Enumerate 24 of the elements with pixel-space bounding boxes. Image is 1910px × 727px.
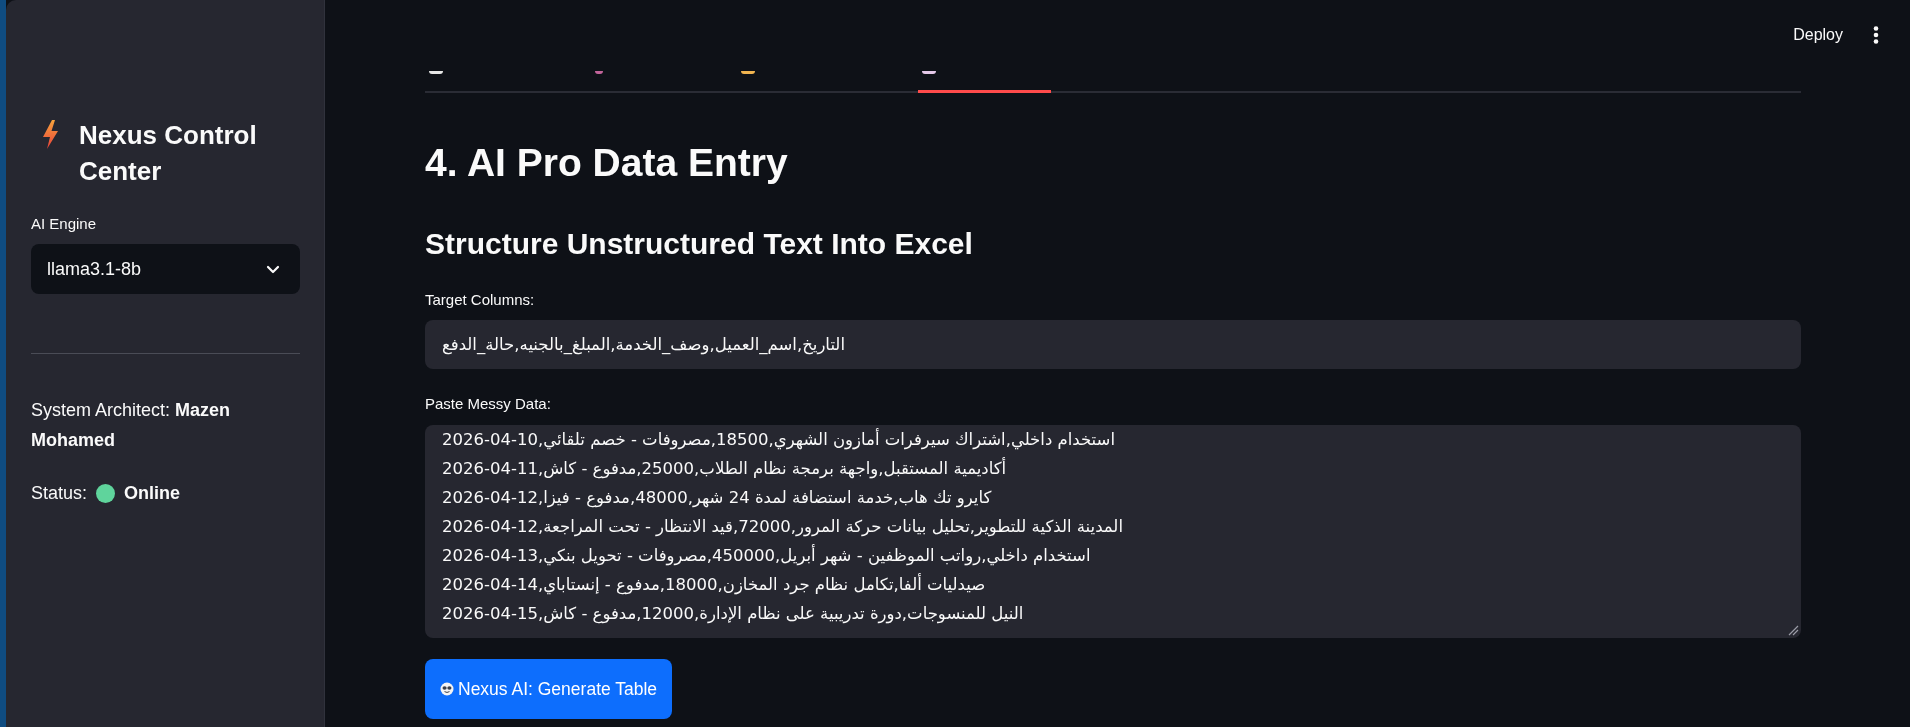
tab-icon xyxy=(741,71,755,74)
generate-table-button[interactable]: Nexus AI: Generate Table xyxy=(425,659,673,719)
engine-select[interactable]: llama3.1-8b xyxy=(31,244,300,294)
resize-handle-icon[interactable] xyxy=(1788,625,1799,636)
section-heading: Structure Unstructured Text Into Excel xyxy=(425,226,973,262)
lightning-icon xyxy=(42,120,59,149)
select-label: AI Engine xyxy=(31,214,97,234)
architect-credit: System Architect: Mazen Mohamed xyxy=(31,399,232,452)
status-label: Status: xyxy=(31,482,88,505)
tab-icon xyxy=(429,71,443,74)
field-label: Target Columns: xyxy=(425,290,535,310)
page-title: 4. AI Pro Data Entry xyxy=(425,140,788,186)
tab-icon xyxy=(595,71,603,74)
messy-data-textarea[interactable]: 2026-04-10,استخدام داخلي,اشتراك سيرفرات أمازون الشهري,18500,مصروفات - خصم تلقائي 2026-04-11,أكاديمية المستقبل,واجهة برمجة نظام الطلاب,25000,مدفوع - كاش 2026-04-12,كايرو تك هاب,خدمة استضافة لمدة 24 شهر,48000,مدفوع - فيزا 2026-04-12,المدينة الذكية للتطوير,تحليل بيانات حركة المرور,72000,قيد الانتظار - تحت المراجعة 2026-04-13,استخدام داخلي,رواتب الموظفين - شهر أبريل,450000,مصروفات - تحويل بنكي 2026-04-14,صيدليات ألفا,تكامل نظام جرد المخازن,18000,مدفوع - إنستاباي 2026-04-15,النيل للمنسوجات,دورة تدريبية على نظام الإدارة,12000,مدفوع - كاش xyxy=(425,425,1801,638)
status-value: Online xyxy=(124,482,181,505)
tab[interactable] xyxy=(918,70,1051,93)
tab-icon xyxy=(922,71,936,74)
emoji-face-icon xyxy=(440,682,454,696)
field-label: Paste Messy Data: xyxy=(425,394,551,414)
target-columns-input[interactable]: التاريخ,اسم_العميل,وصف_الخدمة,المبلغ_بالجنيه,حالة_الدفع xyxy=(425,320,1801,369)
sidebar-title: Nexus Control Center xyxy=(79,119,258,188)
deploy-button[interactable]: Deploy xyxy=(1781,20,1855,50)
more-menu-icon[interactable] xyxy=(1873,26,1879,44)
chevron-down-icon xyxy=(266,264,280,274)
